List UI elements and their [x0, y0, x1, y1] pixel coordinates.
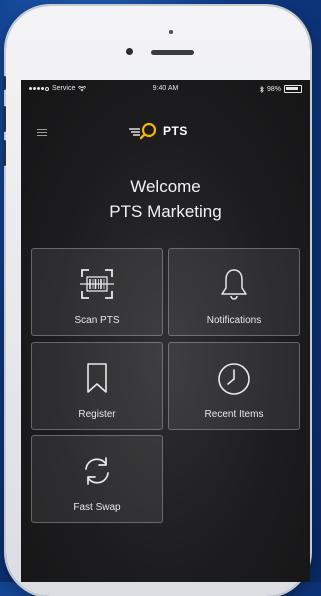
- barcode-scan-icon: [80, 269, 114, 299]
- logo-text: PTS: [163, 124, 188, 138]
- volume-down-button: [3, 140, 6, 166]
- front-camera: [126, 48, 133, 55]
- tile-label: Recent Items: [204, 409, 264, 420]
- sensor: [169, 30, 173, 34]
- notifications-tile[interactable]: Notifications: [168, 248, 300, 336]
- magnifier-logo-icon: [129, 122, 157, 140]
- scan-pts-tile[interactable]: Scan PTS: [31, 248, 163, 336]
- fast-swap-tile[interactable]: Fast Swap: [31, 435, 163, 523]
- side-button: [3, 76, 6, 90]
- tile-label: Fast Swap: [73, 502, 121, 513]
- tile-label: Register: [78, 409, 116, 420]
- earpiece-speaker: [151, 50, 194, 55]
- refresh-icon: [85, 457, 109, 485]
- register-tile[interactable]: Register: [31, 342, 163, 430]
- battery-percent: 98%: [266, 85, 281, 93]
- bell-icon: [221, 269, 247, 300]
- bookmark-icon: [87, 363, 107, 393]
- bluetooth-icon: [260, 85, 264, 93]
- welcome-line-2: PTS Marketing: [109, 202, 222, 221]
- app-screen: Service 9:40 AM 98% PTS Welcome PTS Mark…: [21, 80, 310, 582]
- clock-icon: [218, 363, 250, 395]
- battery-icon: [284, 85, 302, 93]
- status-bar: Service 9:40 AM 98%: [21, 80, 310, 98]
- tile-label: Scan PTS: [74, 315, 120, 326]
- pts-logo: PTS: [129, 122, 188, 140]
- recent-items-tile[interactable]: Recent Items: [168, 342, 300, 430]
- volume-up-button: [3, 106, 6, 132]
- app-header: PTS: [21, 110, 310, 140]
- hamburger-menu-icon[interactable]: [37, 129, 47, 136]
- welcome-line-1: Welcome: [130, 177, 201, 196]
- tile-label: Notifications: [206, 315, 262, 326]
- status-right: 98%: [260, 85, 302, 93]
